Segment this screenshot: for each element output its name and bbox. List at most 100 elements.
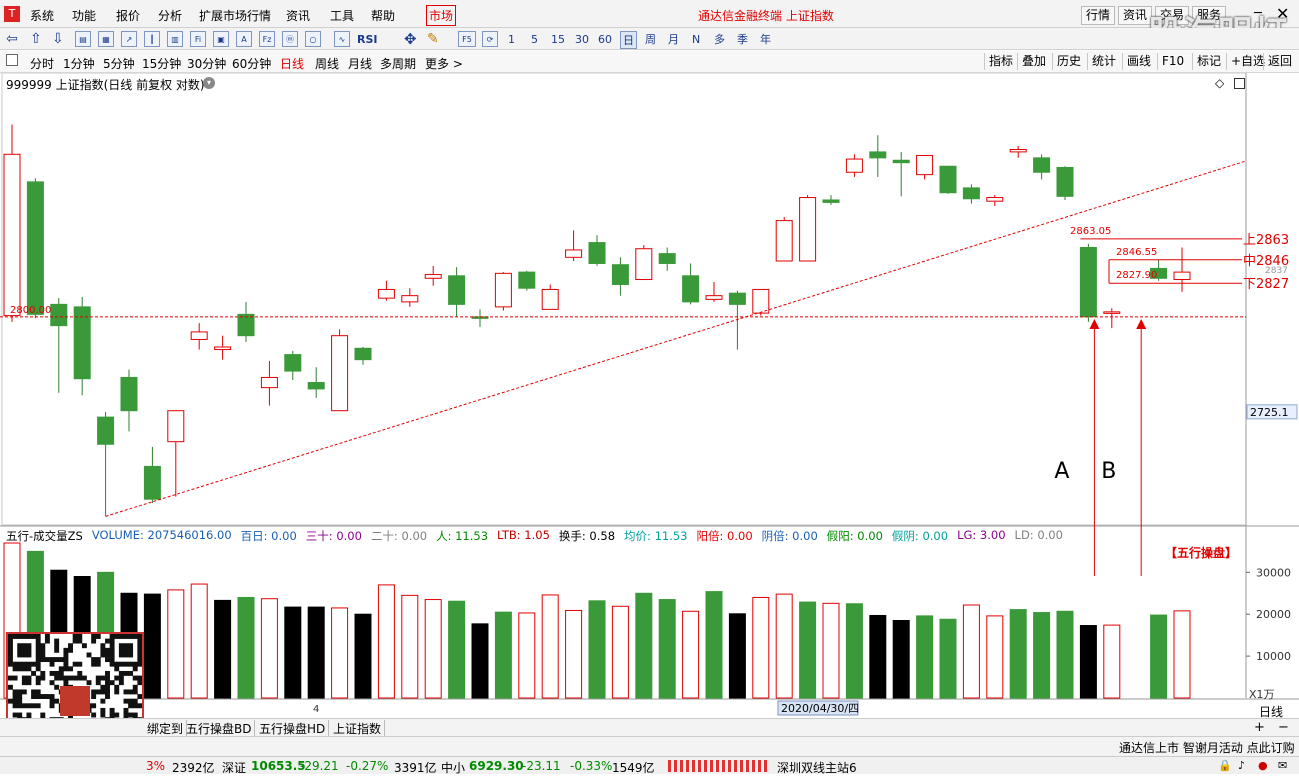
ticker-sz-name[interactable]: 深证 xyxy=(222,759,246,776)
candlestick-icon[interactable]: ┃ xyxy=(144,31,160,47)
f5-icon[interactable]: F5 xyxy=(458,31,476,47)
menu-news[interactable]: 资讯 xyxy=(286,7,310,24)
chat-icon[interactable]: ✉ xyxy=(1278,759,1287,772)
finance-icon[interactable]: Fi xyxy=(190,31,206,47)
a-share-icon[interactable]: A xyxy=(236,31,252,47)
menu-quote[interactable]: 报价 xyxy=(116,7,140,24)
restore-panel-icon[interactable] xyxy=(1234,78,1245,89)
btn-back[interactable]: 返回 xyxy=(1263,53,1296,70)
volume-bar xyxy=(1009,609,1027,699)
cycle-day[interactable]: 日 xyxy=(620,31,637,49)
menu-tools[interactable]: 工具 xyxy=(330,7,354,24)
menu-extended-market[interactable]: 扩展市场行情 xyxy=(199,7,271,24)
period-weekly-tab[interactable]: 周线 xyxy=(315,55,339,72)
cycle-multi[interactable]: 多 xyxy=(714,31,725,47)
btn-mark[interactable]: 标记 xyxy=(1192,53,1225,70)
promo-link[interactable]: 通达信上市 智谢月活动 点此订购 xyxy=(1119,739,1295,756)
period-5min[interactable]: 5 xyxy=(531,31,538,47)
down-arrow-icon[interactable]: ⇩ xyxy=(52,31,64,47)
btn-history[interactable]: 历史 xyxy=(1052,53,1085,70)
kline-chart[interactable]: 2725.1 10000 20000 30000 X1万 2800.00 2863.05… xyxy=(0,73,1299,718)
cycle-n[interactable]: N xyxy=(692,31,700,47)
ind-fake-yang: 假阳: 0.00 xyxy=(826,529,883,543)
data-icon[interactable]: ▣ xyxy=(213,31,229,47)
line-chart-icon[interactable]: ↗ xyxy=(121,31,137,47)
cycle-week[interactable]: 周 xyxy=(645,31,656,47)
volume-bar xyxy=(939,618,957,699)
ticker-zx-name[interactable]: 中小 xyxy=(441,759,465,776)
box-lower-label: 2827.90 xyxy=(1116,270,1157,281)
menu-function[interactable]: 功能 xyxy=(72,7,96,24)
bell-icon[interactable]: ♪ xyxy=(1238,759,1245,772)
period-5min-tab[interactable]: 5分钟 xyxy=(103,55,135,72)
period-daily-tab[interactable]: 日线 xyxy=(280,55,304,72)
period-monthly-tab[interactable]: 月线 xyxy=(348,55,372,72)
tab-shanghai-index[interactable]: 上证指数 xyxy=(330,720,386,737)
menu-system[interactable]: 系统 xyxy=(30,7,54,24)
tab-bind[interactable]: 绑定到 xyxy=(144,720,188,737)
btn-overlay[interactable]: 叠加 xyxy=(1017,53,1050,70)
ind-yin-ratio: 阴倍: 0.00 xyxy=(761,529,818,543)
btn-indicator[interactable]: 指标 xyxy=(984,53,1017,70)
grid-icon[interactable]: ▥ xyxy=(167,31,183,47)
up-arrow-icon[interactable]: ⇧ xyxy=(30,31,42,47)
menu-market-active[interactable]: 市场 xyxy=(426,5,457,26)
cycle-year[interactable]: 年 xyxy=(760,31,771,47)
period-more-tab[interactable]: 更多 > xyxy=(425,55,463,72)
period-15min-tab[interactable]: 15分钟 xyxy=(142,55,181,72)
move-icon[interactable]: ✥ xyxy=(404,30,417,48)
btn-statistics[interactable]: 统计 xyxy=(1087,53,1120,70)
period-60min-tab[interactable]: 60分钟 xyxy=(232,55,271,72)
wave-icon[interactable]: ∿ xyxy=(334,31,350,47)
diamond-icon[interactable]: ◇ xyxy=(1215,76,1224,90)
period-1min-tab[interactable]: 1分钟 xyxy=(63,55,95,72)
chart-title-dropdown-icon[interactable]: ▾ xyxy=(203,77,215,89)
pencil-icon[interactable]: ✎ xyxy=(427,31,439,47)
zoom-plus-icon[interactable]: + xyxy=(1254,720,1265,735)
back-arrow-icon[interactable]: ⇦ xyxy=(6,31,18,47)
table-icon[interactable]: ▦ xyxy=(98,31,114,47)
tab-wuxing-hd[interactable]: 五行操盘HD xyxy=(256,720,330,737)
candle-body xyxy=(869,151,887,159)
top-button-quotes[interactable]: 行情 xyxy=(1081,6,1116,25)
ticker-zx-price: 6929.30 xyxy=(469,759,524,773)
period-1min[interactable]: 1 xyxy=(508,31,515,47)
tab-wuxing-bd[interactable]: 五行操盘BD xyxy=(183,720,256,737)
btn-draw-line[interactable]: 画线 xyxy=(1122,53,1155,70)
zoom-minus-icon[interactable]: − xyxy=(1278,720,1289,735)
cycle-month[interactable]: 月 xyxy=(668,31,679,47)
ind-name[interactable]: 五行-成交量ZS xyxy=(6,528,83,544)
period-30min[interactable]: 30 xyxy=(575,31,589,47)
period-60min[interactable]: 60 xyxy=(598,31,612,47)
fiz-icon[interactable]: Fz xyxy=(259,31,275,47)
period-15min[interactable]: 15 xyxy=(551,31,565,47)
menu-help[interactable]: 帮助 xyxy=(371,7,395,24)
period-30min-tab[interactable]: 30分钟 xyxy=(187,55,226,72)
volume-bar xyxy=(377,584,395,699)
candle-body xyxy=(775,220,793,262)
cycle-quarter[interactable]: 季 xyxy=(737,31,748,47)
server-name[interactable]: 深圳双线主站6 xyxy=(777,759,857,776)
btn-f10[interactable]: F10 xyxy=(1157,53,1188,70)
period-multi-tab[interactable]: 多周期 xyxy=(380,55,416,72)
volume-bar xyxy=(682,610,700,699)
rsi-icon[interactable]: RSI xyxy=(357,31,378,47)
status-circle-icon[interactable]: ● xyxy=(1258,759,1268,772)
circle-icon[interactable]: ○ xyxy=(305,31,321,47)
volume-bar xyxy=(401,594,419,699)
minimize-icon[interactable]: ─ xyxy=(1254,6,1262,21)
chart-type-icon[interactable]: ⓜ xyxy=(282,31,298,47)
top-button-news[interactable]: 资讯 xyxy=(1118,6,1153,25)
period-intraday[interactable]: 分时 xyxy=(30,55,54,72)
close-icon[interactable]: ✕ xyxy=(1276,4,1289,23)
panel-toggle-icon[interactable] xyxy=(6,54,18,66)
ind-fake-yin: 假阴: 0.00 xyxy=(891,529,949,543)
candle-body xyxy=(424,274,442,279)
lock-icon[interactable]: 🔒 xyxy=(1218,759,1232,772)
volume-bar xyxy=(916,615,934,699)
menu-analysis[interactable]: 分析 xyxy=(158,7,182,24)
candle-body xyxy=(307,382,325,390)
quote-list-icon[interactable]: ▤ xyxy=(75,31,91,47)
volume-bar xyxy=(307,606,325,699)
refresh-icon[interactable]: ⟳ xyxy=(482,31,498,47)
